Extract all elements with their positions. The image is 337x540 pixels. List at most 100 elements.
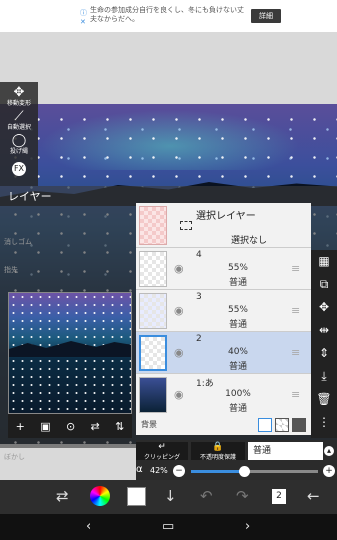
checker-icon[interactable]: ▦ — [311, 250, 337, 273]
tool-move[interactable]: ✥ 移動変形 — [0, 86, 38, 108]
opacity-row: α 42% − + — [136, 462, 337, 480]
add-image-icon[interactable]: ▣ — [40, 420, 50, 433]
layer-opacity: 55% — [227, 263, 248, 273]
layer-blend: 普通 — [228, 404, 247, 414]
layer-row[interactable]: ◉ 4 55% 普通 ≡ — [136, 248, 311, 290]
tool-label: 投げ縄 — [9, 148, 28, 155]
layer-thumbnail — [139, 335, 167, 371]
drag-handle-icon[interactable]: ≡ — [291, 388, 300, 401]
bottom-toolbar: ⇄ ↓ ↶ ↷ 2 ← — [0, 480, 337, 514]
opacity-slider-track[interactable] — [191, 470, 318, 473]
flip-icon[interactable]: ⇄ — [91, 420, 100, 433]
layer-blend: 普通 — [228, 362, 247, 372]
layer-name: 2 — [196, 334, 202, 344]
ad-detail-button[interactable]: 詳細 — [251, 9, 281, 23]
add-layer-icon[interactable]: + — [16, 420, 25, 433]
layer-name: 1:あ — [196, 379, 214, 389]
visibility-eye-icon[interactable]: ◉ — [174, 262, 184, 275]
layer-thumbnail — [139, 293, 167, 329]
undo-icon[interactable]: ↶ — [200, 487, 213, 505]
lock-icon: 🔒 — [212, 442, 224, 452]
tool-magic-wand[interactable]: ⟋ 自動選択 — [0, 109, 38, 132]
background-row[interactable]: 背景 — [136, 415, 311, 435]
color-swatch[interactable] — [127, 487, 146, 506]
opacity-plus-button[interactable]: + — [323, 465, 335, 477]
selection-layer-title: 選択レイヤー — [196, 211, 256, 222]
opacity-slider-fill — [191, 470, 245, 473]
opacity-slider-knob[interactable] — [239, 466, 251, 477]
magic-wand-icon: ⟋ — [14, 109, 24, 124]
visibility-eye-icon[interactable]: ◉ — [174, 388, 184, 401]
color-wheel-icon[interactable] — [90, 486, 110, 506]
camera-icon[interactable]: ⊙ — [66, 420, 75, 433]
background-white-swatch[interactable] — [258, 418, 272, 432]
layer-blend: 普通 — [228, 278, 247, 288]
move-icon[interactable]: ✥ — [311, 296, 337, 319]
system-nav-bar: ‹ ▭ › — [0, 514, 337, 540]
blend-mode-select[interactable]: 普通 — [248, 442, 323, 460]
redo-icon[interactable]: ↷ — [236, 487, 249, 505]
ad-banner[interactable]: ⓘ ✕ 生命の参加成分自行を良くし、冬にも負けない丈夫なからだへ。 詳細 — [0, 0, 337, 32]
preview-toolbar: + ▣ ⊙ ⇄ ⇅ — [8, 414, 132, 438]
drag-handle-icon[interactable]: ≡ — [291, 346, 300, 359]
background-transparent-swatch[interactable] — [275, 418, 289, 432]
background-dark-swatch[interactable] — [292, 418, 306, 432]
layer-row-selected[interactable]: ◉ 2 40% 普通 ≡ — [136, 332, 311, 374]
flip-h-icon[interactable]: ⇹ — [311, 319, 337, 342]
ad-text: 生命の参加成分自行を良くし、冬にも負けない丈夫なからだへ。 — [90, 6, 244, 23]
tool-lasso[interactable]: ◯ 投げ縄 — [0, 134, 38, 156]
layer-row[interactable]: ◉ 3 55% 普通 ≡ — [136, 290, 311, 332]
layer-panel-title: レイヤー — [8, 190, 52, 203]
layer-opacity: 100% — [225, 389, 251, 399]
layers-count-icon[interactable]: 2 — [272, 489, 286, 504]
layer-action-rail: ▦ ⧉ ✥ ⇹ ⇕ ⤓ 🗑 ⋮ — [311, 250, 337, 438]
layer-opacity: 55% — [227, 305, 248, 315]
opacity-minus-button[interactable]: − — [173, 465, 185, 477]
tool-fx[interactable]: FX — [0, 162, 38, 176]
protect-alpha-label: 不透明度保護 — [199, 454, 236, 461]
ghost-tool-label: 指先 — [4, 266, 18, 274]
layer-blend: 普通 — [228, 320, 247, 330]
tool-label: 移動変形 — [6, 100, 31, 107]
alpha-value: 42% — [150, 466, 168, 475]
info-icon[interactable]: ⓘ — [80, 8, 87, 18]
selection-marquee-icon — [180, 221, 192, 230]
rotate-icon[interactable]: ⇅ — [115, 420, 124, 433]
ghost-tool-label: 消しゴム — [4, 238, 32, 246]
layer-thumbnail — [139, 377, 167, 413]
drag-handle-icon[interactable]: ≡ — [291, 304, 300, 317]
selection-status: 選択なし — [231, 236, 268, 246]
transform-icon[interactable]: ⧉ — [311, 273, 337, 296]
layer-thumbnail — [139, 251, 167, 287]
selection-layer-row[interactable]: 選択レイヤー 選択なし — [136, 203, 311, 248]
background-label: 背景 — [141, 420, 157, 429]
back-icon[interactable]: ← — [307, 487, 320, 505]
nav-recent-icon[interactable]: › — [245, 519, 250, 534]
fx-icon: FX — [12, 162, 26, 176]
blend-bar: ↵ クリッピング 🔒 不透明度保護 普通 ▴ — [136, 440, 337, 462]
clipping-label: クリッピング — [143, 454, 180, 461]
flip-v-icon[interactable]: ⇕ — [311, 342, 337, 365]
visibility-eye-icon[interactable]: ◉ — [174, 346, 184, 359]
protect-alpha-button[interactable]: 🔒 不透明度保護 — [191, 442, 245, 461]
close-icon[interactable]: ✕ — [80, 18, 86, 26]
arrow-down-icon[interactable]: ↓ — [164, 487, 177, 505]
tool-rail: ✥ 移動変形 ⟋ 自動選択 ◯ 投げ縄 FX — [0, 82, 38, 186]
layer-list: 選択レイヤー 選択なし ◉ 4 55% 普通 ≡ ◉ 3 55% 普通 ≡ ◉ … — [136, 203, 311, 435]
selection-thumbnail — [139, 206, 167, 245]
visibility-eye-icon[interactable]: ◉ — [174, 304, 184, 317]
swap-icon[interactable]: ⇄ — [56, 487, 69, 505]
layer-preview-thumbnail — [8, 292, 132, 414]
drag-handle-icon[interactable]: ≡ — [291, 262, 300, 275]
layer-row[interactable]: ◉ 1:あ 100% 普通 ≡ — [136, 374, 311, 416]
trash-icon[interactable]: 🗑 — [311, 388, 337, 411]
layer-opacity: 40% — [227, 347, 248, 357]
nav-home-icon[interactable]: ▭ — [162, 519, 174, 534]
clipping-button[interactable]: ↵ クリッピング — [136, 442, 188, 461]
ghost-tool-label: ぼかし — [4, 453, 25, 461]
tool-label: 自動選択 — [6, 124, 31, 131]
blend-expand-icon[interactable]: ▴ — [324, 446, 334, 456]
merge-down-icon[interactable]: ⤓ — [311, 365, 337, 388]
nav-back-icon[interactable]: ‹ — [86, 519, 91, 534]
more-icon[interactable]: ⋮ — [311, 411, 337, 434]
